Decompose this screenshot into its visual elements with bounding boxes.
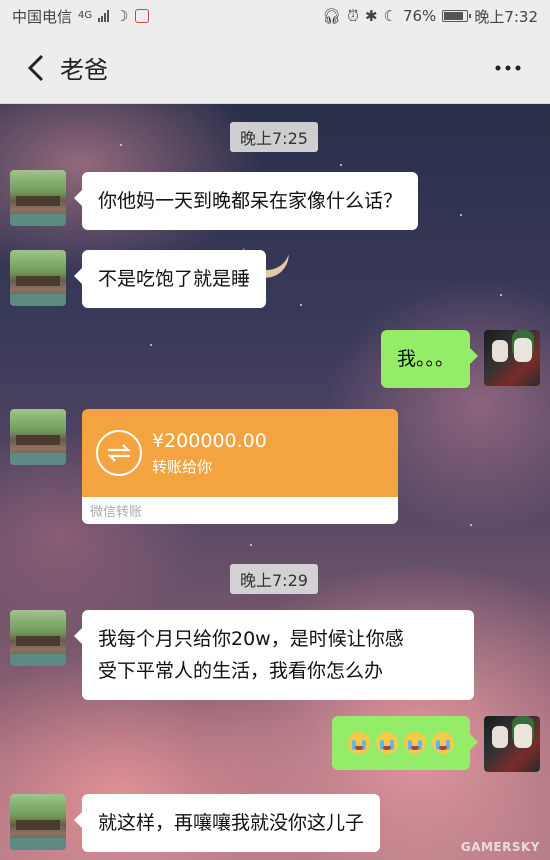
signal-icon	[98, 10, 110, 22]
back-button[interactable]	[14, 46, 58, 90]
chat-title: 老爸	[60, 56, 108, 84]
transfer-card[interactable]: ¥200000.00 转账给你 微信转账	[82, 409, 398, 524]
message-line: 受下平常人的生活，我看你怎么办	[98, 660, 384, 682]
transfer-footer: 微信转账	[82, 497, 398, 524]
battery-percent: 76%	[402, 7, 437, 25]
emoji-message-bubble[interactable]	[332, 716, 478, 770]
headset-icon: 🎧︎	[322, 7, 342, 25]
crying-face-icon	[348, 732, 370, 754]
bluetooth-icon: ✱	[364, 7, 378, 25]
self-avatar[interactable]	[484, 330, 540, 386]
crying-face-icon	[432, 732, 454, 754]
more-button[interactable]	[488, 48, 528, 88]
avatar[interactable]	[10, 610, 66, 666]
chat-header: 老爸	[0, 32, 550, 104]
transfer-icon	[96, 430, 142, 476]
dnd-moon-icon: ☾	[383, 7, 397, 25]
chevron-left-icon	[27, 54, 44, 81]
clock: 晚上7:32	[474, 7, 538, 26]
crying-face-icon	[376, 732, 398, 754]
timestamp: 晚上7:25	[230, 122, 318, 152]
crying-face-icon	[404, 732, 426, 754]
more-icon	[495, 65, 521, 70]
avatar[interactable]	[10, 794, 66, 850]
transfer-amount: ¥200000.00	[152, 429, 267, 452]
avatar[interactable]	[10, 409, 66, 465]
message-bubble[interactable]: 不是吃饱了就是睡	[73, 250, 267, 308]
battery-icon	[442, 10, 472, 22]
message-bubble[interactable]: 就这样，再嚷嚷我就没你这儿子	[73, 794, 381, 852]
moon-status-icon: ☽	[115, 7, 129, 25]
network-type: 4G	[78, 9, 93, 21]
transfer-caption: 转账给你	[152, 457, 213, 476]
self-avatar[interactable]	[484, 716, 540, 772]
carrier-label: 中国电信	[12, 7, 73, 26]
message-bubble[interactable]: 你他妈一天到晚都呆在家像什么话？	[73, 172, 419, 230]
avatar[interactable]	[10, 250, 66, 306]
timestamp: 晚上7:29	[230, 564, 318, 594]
chat-area[interactable]: 晚上7:25 你他妈一天到晚都呆在家像什么话？ 不是吃饱了就是睡 我。。。 ¥2…	[0, 104, 550, 860]
message-line: 我每个月只给你20w，是时候让你感	[98, 628, 404, 650]
message-bubble[interactable]: 我每个月只给你20w，是时候让你感 受下平常人的生活，我看你怎么办	[74, 610, 474, 700]
avatar[interactable]	[10, 170, 66, 226]
watermark: GAMERSKY	[460, 840, 540, 854]
app-notification-icon	[134, 9, 149, 23]
message-bubble[interactable]: 我。。。	[380, 330, 479, 388]
status-bar: 中国电信 4G ☽ 🎧︎ ⏰︎ ✱ ☾ 76% 晚上7:32	[0, 0, 550, 32]
alarm-icon: ⏰︎	[347, 7, 359, 25]
